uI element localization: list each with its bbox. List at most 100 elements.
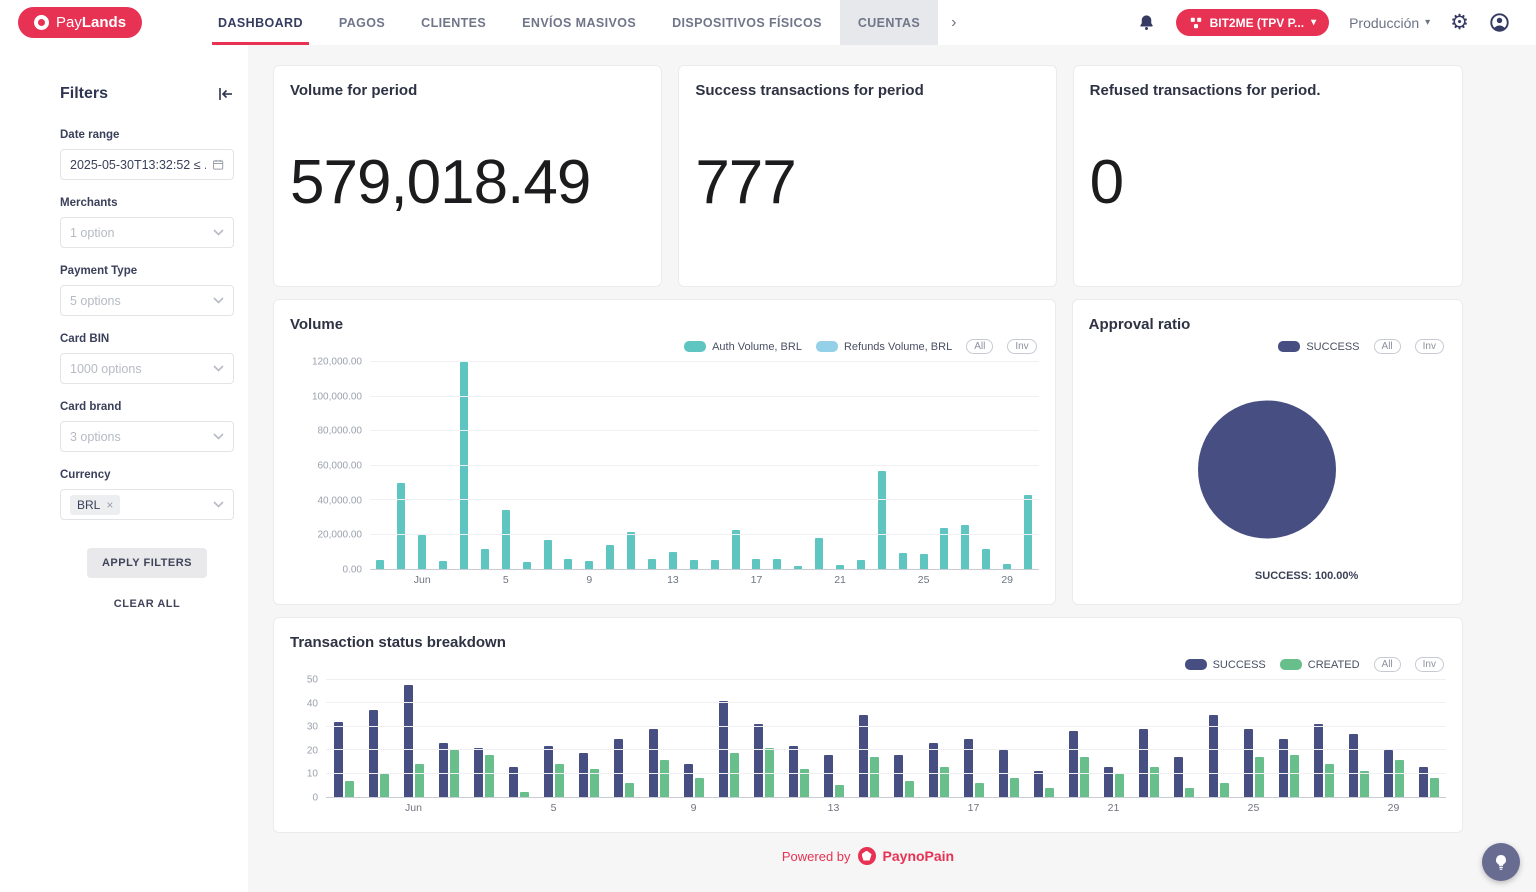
date-range-input[interactable]: 2025-05-30T13:32:52 ≤ ... bbox=[60, 149, 234, 180]
kpi-value: 0 bbox=[1090, 147, 1446, 218]
calendar-icon bbox=[212, 158, 224, 171]
breakdown-bars bbox=[326, 680, 1446, 797]
legend-all-button[interactable]: All bbox=[966, 339, 993, 354]
approval-pie-chart bbox=[1198, 400, 1336, 538]
legend-label: Auth Volume, BRL bbox=[712, 341, 802, 353]
payment-type-value: 5 options bbox=[70, 294, 121, 308]
legend-item-refunds-volume[interactable]: Refunds Volume, BRL bbox=[816, 341, 952, 353]
success-swatch bbox=[1185, 659, 1207, 670]
date-range-value: 2025-05-30T13:32:52 ≤ ... bbox=[70, 158, 206, 172]
created-swatch bbox=[1280, 659, 1302, 670]
chevron-down-icon bbox=[213, 433, 224, 440]
brand-text-pay: Pay bbox=[56, 14, 82, 31]
tab-envios-masivos[interactable]: ENVÍOS MASIVOS bbox=[504, 0, 654, 45]
volume-chart-card: Volume Auth Volume, BRL Refunds Volume, … bbox=[273, 299, 1056, 605]
kpi-title: Volume for period bbox=[290, 82, 645, 99]
environment-label: Producción bbox=[1349, 15, 1419, 31]
legend-all-button[interactable]: All bbox=[1374, 339, 1401, 354]
approval-pie-label: SUCCESS: 100.00% bbox=[1255, 570, 1358, 582]
currency-select[interactable]: BRL × bbox=[60, 489, 234, 520]
volume-plot-area bbox=[370, 362, 1039, 570]
tab-clientes[interactable]: CLIENTES bbox=[403, 0, 504, 45]
volume-y-axis: 0.0020,000.0040,000.0060,000.0080,000.00… bbox=[290, 362, 370, 570]
filter-card-bin: Card BIN 1000 options bbox=[60, 333, 234, 384]
card-brand-select[interactable]: 3 options bbox=[60, 421, 234, 452]
filter-card-brand: Card brand 3 options bbox=[60, 401, 234, 452]
legend-item-created[interactable]: CREATED bbox=[1280, 659, 1360, 671]
refunds-volume-swatch bbox=[816, 341, 838, 352]
help-lightbulb-button[interactable] bbox=[1482, 843, 1520, 881]
tab-dispositivos-fisicos[interactable]: DISPOSITIVOS FÍSICOS bbox=[654, 0, 840, 45]
chevron-down-icon bbox=[213, 297, 224, 304]
nav-right-controls: BIT2ME (TPV P... ▾ Producción ▾ ⚙ bbox=[1137, 0, 1536, 45]
apply-filters-button[interactable]: APPLY FILTERS bbox=[87, 548, 207, 578]
card-bin-select[interactable]: 1000 options bbox=[60, 353, 234, 384]
chevron-down-icon bbox=[213, 501, 224, 508]
payment-type-select[interactable]: 5 options bbox=[60, 285, 234, 316]
approval-ratio-card: Approval ratio SUCCESS All Inv SUCCESS: … bbox=[1072, 299, 1463, 605]
legend-all-button[interactable]: All bbox=[1374, 657, 1401, 672]
filter-currency: Currency BRL × bbox=[60, 469, 234, 520]
legend-inv-button[interactable]: Inv bbox=[1415, 339, 1444, 354]
legend-item-auth-volume[interactable]: Auth Volume, BRL bbox=[684, 341, 802, 353]
approval-pie-wrap: SUCCESS: 100.00% bbox=[1089, 362, 1446, 588]
filter-payment-type: Payment Type 5 options bbox=[60, 265, 234, 316]
approval-ratio-legend: SUCCESS All Inv bbox=[1089, 339, 1444, 354]
volume-bars bbox=[370, 362, 1039, 569]
merchants-select[interactable]: 1 option bbox=[60, 217, 234, 248]
currency-label: Currency bbox=[60, 469, 234, 481]
legend-label: SUCCESS bbox=[1213, 659, 1266, 671]
remove-chip-icon[interactable]: × bbox=[106, 498, 113, 512]
approval-ratio-title: Approval ratio bbox=[1089, 316, 1446, 333]
filter-merchants: Merchants 1 option bbox=[60, 197, 234, 248]
account-user-icon[interactable] bbox=[1489, 12, 1510, 33]
volume-x-axis: Jun591317212529 bbox=[370, 570, 1039, 588]
transaction-breakdown-card: Transaction status breakdown SUCCESS CRE… bbox=[273, 617, 1463, 833]
legend-item-success[interactable]: SUCCESS bbox=[1278, 341, 1359, 353]
paynopain-brand-text: PaynoPain bbox=[883, 848, 955, 864]
volume-chart-legend: Auth Volume, BRL Refunds Volume, BRL All… bbox=[290, 339, 1037, 354]
notifications-bell-icon[interactable] bbox=[1137, 13, 1156, 32]
paylands-logo: PayLands bbox=[18, 7, 142, 38]
kpi-value: 579,018.49 bbox=[290, 147, 645, 218]
tab-pagos[interactable]: PAGOS bbox=[321, 0, 403, 45]
payment-type-label: Payment Type bbox=[60, 265, 234, 277]
chevron-down-icon bbox=[213, 229, 224, 236]
kpi-card-refused: Refused transactions for period. 0 bbox=[1073, 65, 1463, 287]
legend-inv-button[interactable]: Inv bbox=[1007, 339, 1036, 354]
dashboard-main: Volume for period 579,018.49 Success tra… bbox=[248, 45, 1536, 892]
nav-overflow-chevron-icon[interactable]: › bbox=[938, 0, 968, 45]
settings-gear-icon[interactable]: ⚙ bbox=[1450, 12, 1469, 33]
environment-selector[interactable]: Producción ▾ bbox=[1349, 15, 1430, 31]
breakdown-x-axis: Jun591317212529 bbox=[326, 798, 1446, 816]
kpi-card-volume: Volume for period 579,018.49 bbox=[273, 65, 662, 287]
breakdown-bar-chart: 01020304050 Jun591317212529 bbox=[290, 680, 1446, 816]
paylands-ring-icon bbox=[34, 15, 49, 30]
merchant-sitemap-icon bbox=[1189, 16, 1203, 30]
kpi-title: Success transactions for period bbox=[695, 82, 1039, 99]
chevron-down-icon: ▾ bbox=[1311, 18, 1316, 28]
legend-label: SUCCESS bbox=[1306, 341, 1359, 353]
powered-by-footer[interactable]: Powered by PaynoPain bbox=[273, 833, 1463, 865]
card-brand-value: 3 options bbox=[70, 430, 121, 444]
success-swatch bbox=[1278, 341, 1300, 352]
currency-chip-brl: BRL × bbox=[70, 495, 120, 515]
chevron-down-icon: ▾ bbox=[1425, 18, 1430, 28]
date-range-label: Date range bbox=[60, 129, 234, 141]
merchants-value: 1 option bbox=[70, 226, 114, 240]
brand-text-lands: Lands bbox=[82, 14, 126, 31]
card-bin-label: Card BIN bbox=[60, 333, 234, 345]
tab-cuentas[interactable]: CUENTAS bbox=[840, 0, 938, 45]
collapse-sidebar-icon[interactable] bbox=[218, 87, 234, 101]
merchants-label: Merchants bbox=[60, 197, 234, 209]
clear-all-button[interactable]: CLEAR ALL bbox=[114, 598, 180, 610]
tab-dashboard[interactable]: DASHBOARD bbox=[200, 0, 321, 45]
merchant-selector-button[interactable]: BIT2ME (TPV P... ▾ bbox=[1176, 9, 1330, 36]
legend-label: CREATED bbox=[1308, 659, 1360, 671]
breakdown-y-axis: 01020304050 bbox=[290, 680, 326, 798]
currency-chip-label: BRL bbox=[77, 498, 100, 512]
legend-item-success[interactable]: SUCCESS bbox=[1185, 659, 1266, 671]
filter-date-range: Date range 2025-05-30T13:32:52 ≤ ... bbox=[60, 129, 234, 180]
legend-inv-button[interactable]: Inv bbox=[1415, 657, 1444, 672]
powered-by-text: Powered by bbox=[782, 849, 851, 864]
